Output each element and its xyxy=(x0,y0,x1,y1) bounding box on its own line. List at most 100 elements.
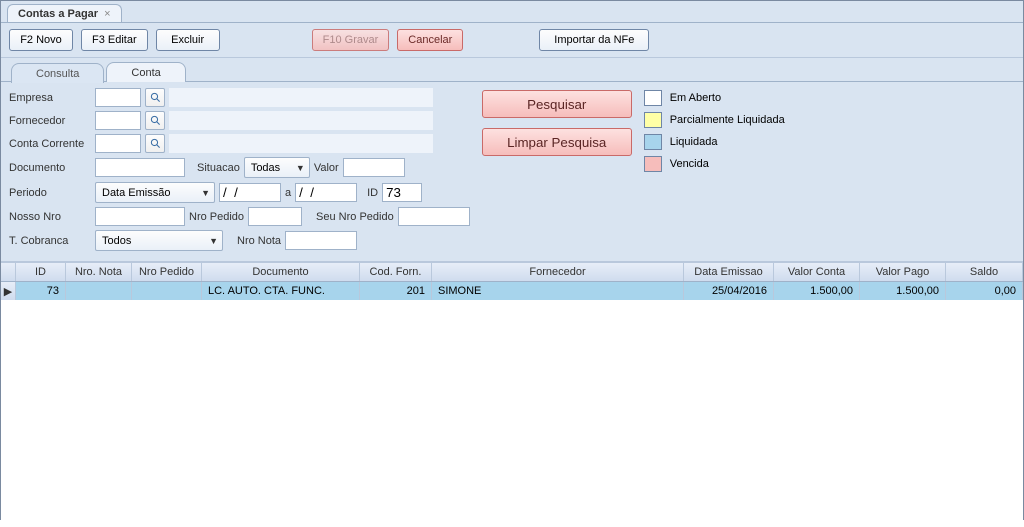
toolbar: F2 Novo F3 Editar Excluir F10 Gravar Can… xyxy=(1,23,1023,58)
col-valor-conta[interactable]: Valor Conta xyxy=(774,263,860,281)
periodo-tipo-value: Data Emissão xyxy=(102,187,170,199)
title-bar: Contas a Pagar × xyxy=(1,1,1023,23)
pesquisar-button[interactable]: Pesquisar xyxy=(482,90,632,118)
t-cobranca-value: Todos xyxy=(102,235,131,247)
label-t-cobranca: T. Cobranca xyxy=(9,235,95,247)
col-documento[interactable]: Documento xyxy=(202,263,360,281)
swatch-liquidada xyxy=(644,134,662,150)
documento-input[interactable] xyxy=(95,158,185,177)
table-row[interactable]: ▶ 73 LC. AUTO. CTA. FUNC. 201 SIMONE 25/… xyxy=(1,282,1023,300)
gravar-button[interactable]: F10 Gravar xyxy=(312,29,390,51)
label-empresa: Empresa xyxy=(9,92,95,104)
col-fornecedor[interactable]: Fornecedor xyxy=(432,263,684,281)
empresa-lookup-button[interactable] xyxy=(145,88,165,107)
cell-valor-pago: 1.500,00 xyxy=(860,282,946,300)
label-id: ID xyxy=(367,187,378,199)
search-icon xyxy=(150,138,161,149)
cell-fornecedor: SIMONE xyxy=(432,282,684,300)
id-input[interactable] xyxy=(382,183,422,202)
cancelar-button[interactable]: Cancelar xyxy=(397,29,463,51)
conta-corrente-name-display xyxy=(169,134,433,153)
label-valor: Valor xyxy=(314,162,339,174)
periodo-ate-input[interactable] xyxy=(295,183,357,202)
novo-button[interactable]: F2 Novo xyxy=(9,29,73,51)
label-nro-nota: Nro Nota xyxy=(237,235,281,247)
window-tab: Contas a Pagar × xyxy=(7,4,122,22)
excluir-button[interactable]: Excluir xyxy=(156,29,220,51)
t-cobranca-combo[interactable]: Todos ▼ xyxy=(95,230,223,251)
conta-corrente-lookup-button[interactable] xyxy=(145,134,165,153)
periodo-tipo-combo[interactable]: Data Emissão ▼ xyxy=(95,182,215,203)
col-nro-pedido[interactable]: Nro Pedido xyxy=(132,263,202,281)
col-nro-nota[interactable]: Nro. Nota xyxy=(66,263,132,281)
col-cod-forn[interactable]: Cod. Forn. xyxy=(360,263,432,281)
periodo-de-input[interactable] xyxy=(219,183,281,202)
subtab-bar: Consulta Conta xyxy=(1,58,1023,82)
row-handle-header xyxy=(1,263,16,281)
situacao-combo[interactable]: Todas ▼ xyxy=(244,157,310,178)
nosso-nro-input[interactable] xyxy=(95,207,185,226)
window-title: Contas a Pagar xyxy=(18,8,98,20)
chevron-down-icon: ▼ xyxy=(201,188,210,198)
chevron-down-icon: ▼ xyxy=(296,163,305,173)
fornecedor-name-display xyxy=(169,111,433,130)
editar-button[interactable]: F3 Editar xyxy=(81,29,148,51)
tab-consulta[interactable]: Consulta xyxy=(11,63,104,83)
legend-label: Parcialmente Liquidada xyxy=(670,114,785,126)
grid-body[interactable]: ▶ 73 LC. AUTO. CTA. FUNC. 201 SIMONE 25/… xyxy=(1,282,1023,527)
situacao-combo-value: Todas xyxy=(251,162,280,174)
col-data-emissao[interactable]: Data Emissao xyxy=(684,263,774,281)
search-icon xyxy=(150,92,161,103)
legend-em-aberto: Em Aberto xyxy=(644,90,785,106)
valor-input[interactable] xyxy=(343,158,405,177)
label-documento: Documento xyxy=(9,162,95,174)
col-valor-pago[interactable]: Valor Pago xyxy=(860,263,946,281)
filter-panel: Empresa Fornecedor Conta Corrente Docume… xyxy=(1,82,1023,262)
cell-id: 73 xyxy=(16,282,66,300)
empresa-name-display xyxy=(169,88,433,107)
legend-label: Liquidada xyxy=(670,136,718,148)
cell-data-emissao: 25/04/2016 xyxy=(684,282,774,300)
swatch-em-aberto xyxy=(644,90,662,106)
legend-label: Em Aberto xyxy=(670,92,721,104)
seu-nro-pedido-input[interactable] xyxy=(398,207,470,226)
cell-documento: LC. AUTO. CTA. FUNC. xyxy=(202,282,360,300)
conta-corrente-code-input[interactable] xyxy=(95,134,141,153)
close-icon[interactable]: × xyxy=(104,8,110,20)
filter-form: Empresa Fornecedor Conta Corrente Docume… xyxy=(9,88,470,251)
grid-header: ID Nro. Nota Nro Pedido Documento Cod. F… xyxy=(1,262,1023,282)
col-id[interactable]: ID xyxy=(16,263,66,281)
legend-liquidada: Liquidada xyxy=(644,134,785,150)
label-conta-corrente: Conta Corrente xyxy=(9,138,95,150)
col-saldo[interactable]: Saldo xyxy=(946,263,1023,281)
legend-parcial: Parcialmente Liquidada xyxy=(644,112,785,128)
fornecedor-lookup-button[interactable] xyxy=(145,111,165,130)
label-seu-nro-pedido: Seu Nro Pedido xyxy=(316,211,394,223)
importar-nfe-button[interactable]: Importar da NFe xyxy=(539,29,649,51)
limpar-pesquisa-button[interactable]: Limpar Pesquisa xyxy=(482,128,632,156)
label-situacao: Situacao xyxy=(197,162,240,174)
cell-nro-nota xyxy=(66,282,132,300)
nro-nota-input[interactable] xyxy=(285,231,357,250)
legend-vencida: Vencida xyxy=(644,156,785,172)
label-fornecedor: Fornecedor xyxy=(9,115,95,127)
label-nosso-nro: Nosso Nro xyxy=(9,211,95,223)
label-periodo: Periodo xyxy=(9,187,95,199)
empresa-code-input[interactable] xyxy=(95,88,141,107)
fornecedor-code-input[interactable] xyxy=(95,111,141,130)
cell-cod-forn: 201 xyxy=(360,282,432,300)
current-row-indicator-icon: ▶ xyxy=(1,282,16,300)
cell-valor-conta: 1.500,00 xyxy=(774,282,860,300)
status-legend: Em Aberto Parcialmente Liquidada Liquida… xyxy=(644,88,785,251)
swatch-parcial xyxy=(644,112,662,128)
swatch-vencida xyxy=(644,156,662,172)
legend-label: Vencida xyxy=(670,158,709,170)
chevron-down-icon: ▼ xyxy=(209,236,218,246)
nro-pedido-input[interactable] xyxy=(248,207,302,226)
label-nro-pedido: Nro Pedido xyxy=(189,211,244,223)
cell-nro-pedido xyxy=(132,282,202,300)
cell-saldo: 0,00 xyxy=(946,282,1023,300)
action-column: Pesquisar Limpar Pesquisa xyxy=(482,88,632,251)
tab-conta[interactable]: Conta xyxy=(106,62,185,82)
search-icon xyxy=(150,115,161,126)
